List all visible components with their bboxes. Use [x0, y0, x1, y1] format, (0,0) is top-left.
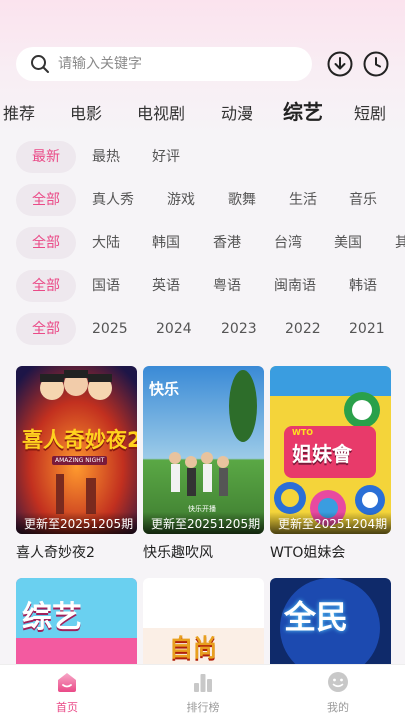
- tab-movie[interactable]: 电影: [70, 100, 102, 124]
- card-title: WTO姐妹会: [270, 545, 346, 561]
- filter-chip-year-2022[interactable]: 2022: [285, 313, 321, 345]
- filter-chip-reality[interactable]: 真人秀: [92, 184, 134, 216]
- video-card[interactable]: 快乐 快乐开播 更新至20251205期 快乐趣吹风: [143, 366, 264, 562]
- filter-chip-other[interactable]: 其: [395, 227, 405, 259]
- poster-title-text: 喜人奇妙夜2: [22, 428, 137, 452]
- poster-subtitle-text: AMAZING NIGHT: [52, 456, 108, 465]
- filter-chip-mainland[interactable]: 大陆: [92, 227, 120, 259]
- filter-row-year: 全部 2025 2024 2023 2022 2021: [0, 313, 405, 345]
- filter-chip-year-2025[interactable]: 2025: [92, 313, 128, 345]
- filter-row-region: 全部 大陆 韩国 香港 台湾 美国 其: [0, 227, 405, 259]
- search-icon: [31, 55, 49, 73]
- search-input[interactable]: [58, 56, 288, 72]
- poster-subtitle-text: WTO: [292, 428, 314, 437]
- filter-chip-english[interactable]: 英语: [152, 270, 180, 302]
- filter-chip-year-2024[interactable]: 2024: [156, 313, 192, 345]
- card-title: 喜人奇妙夜2: [16, 545, 95, 561]
- filter-chip-korea[interactable]: 韩国: [152, 227, 180, 259]
- update-badge: 更新至20251205期: [16, 512, 137, 534]
- tab-home[interactable]: 首页: [27, 671, 107, 715]
- filter-row-language: 全部 国语 英语 粤语 闽南语 韩语: [0, 270, 405, 302]
- filter-row-type: 全部 真人秀 游戏 歌舞 生活 音乐: [0, 184, 405, 216]
- bar-chart-icon: [194, 674, 212, 692]
- filter-chip-taiwan[interactable]: 台湾: [274, 227, 302, 259]
- filter-chip-all[interactable]: 全部: [16, 227, 76, 259]
- bottom-tab-bar: 首页 排行榜 我的: [0, 664, 405, 720]
- history-clock-icon[interactable]: [362, 50, 390, 78]
- filter-chip-top-rated[interactable]: 好评: [152, 141, 180, 173]
- filter-chip-year-2021[interactable]: 2021: [349, 313, 385, 345]
- tab-tv-series[interactable]: 电视剧: [137, 100, 185, 124]
- filter-chip-korean[interactable]: 韩语: [349, 270, 377, 302]
- filter-chip-all[interactable]: 全部: [16, 313, 76, 345]
- home-icon: [58, 673, 76, 692]
- search-row: [16, 47, 396, 81]
- filter-chip-latest[interactable]: 最新: [16, 141, 76, 173]
- filter-chip-year-2023[interactable]: 2023: [221, 313, 257, 345]
- search-box[interactable]: [16, 47, 312, 81]
- update-badge: 更新至20251205期: [143, 512, 264, 534]
- poster-image: 快乐 快乐开播 更新至20251205期: [143, 366, 264, 534]
- filter-chip-music[interactable]: 音乐: [349, 184, 377, 216]
- tab-anime[interactable]: 动漫: [221, 100, 253, 124]
- poster-image: 姐妹會 WTO 更新至20251204期: [270, 366, 391, 534]
- tab-recommend[interactable]: 推荐: [3, 100, 35, 124]
- smiley-face-icon: [328, 672, 348, 692]
- filter-chip-all[interactable]: 全部: [16, 270, 76, 302]
- download-icon[interactable]: [326, 50, 354, 78]
- filter-chip-hottest[interactable]: 最热: [92, 141, 120, 173]
- filter-chip-usa[interactable]: 美国: [334, 227, 362, 259]
- tab-profile-label: 我的: [327, 701, 349, 714]
- filter-chip-game[interactable]: 游戏: [167, 184, 195, 216]
- tab-profile[interactable]: 我的: [298, 671, 378, 715]
- poster-image: 喜人奇妙夜2 AMAZING NIGHT 更新至20251205期: [16, 366, 137, 534]
- update-badge: 更新至20251204期: [270, 512, 391, 534]
- poster-title-text: 综艺: [22, 600, 82, 635]
- filter-chip-mandarin[interactable]: 国语: [92, 270, 120, 302]
- video-card[interactable]: 喜人奇妙夜2 AMAZING NIGHT 更新至20251205期 喜人奇妙夜2: [16, 366, 137, 562]
- tab-short-drama[interactable]: 短剧: [354, 100, 386, 124]
- poster-title-text: 自尚: [169, 634, 217, 662]
- video-card[interactable]: 姐妹會 WTO 更新至20251204期 WTO姐妹会: [270, 366, 391, 562]
- tab-ranking-label: 排行榜: [186, 701, 220, 714]
- filter-chip-song-dance[interactable]: 歌舞: [228, 184, 256, 216]
- poster-title-text: 全民: [284, 598, 349, 636]
- filter-chip-life[interactable]: 生活: [289, 184, 317, 216]
- filter-chip-hongkong[interactable]: 香港: [213, 227, 241, 259]
- card-title: 快乐趣吹风: [143, 545, 213, 561]
- poster-title-text: 姐妹會: [292, 442, 352, 466]
- tab-home-label: 首页: [56, 701, 78, 714]
- filter-chip-minnan[interactable]: 闽南语: [274, 270, 316, 302]
- filter-row-sort: 最新 最热 好评: [0, 141, 405, 173]
- tab-ranking[interactable]: 排行榜: [163, 671, 243, 715]
- tab-variety[interactable]: 综艺: [283, 96, 323, 125]
- filter-chip-all[interactable]: 全部: [16, 184, 76, 216]
- poster-title-text: 快乐: [149, 380, 180, 398]
- category-tabs: 推荐 电影 电视剧 动漫 综艺 短剧: [0, 96, 405, 126]
- filter-chip-cantonese[interactable]: 粤语: [213, 270, 241, 302]
